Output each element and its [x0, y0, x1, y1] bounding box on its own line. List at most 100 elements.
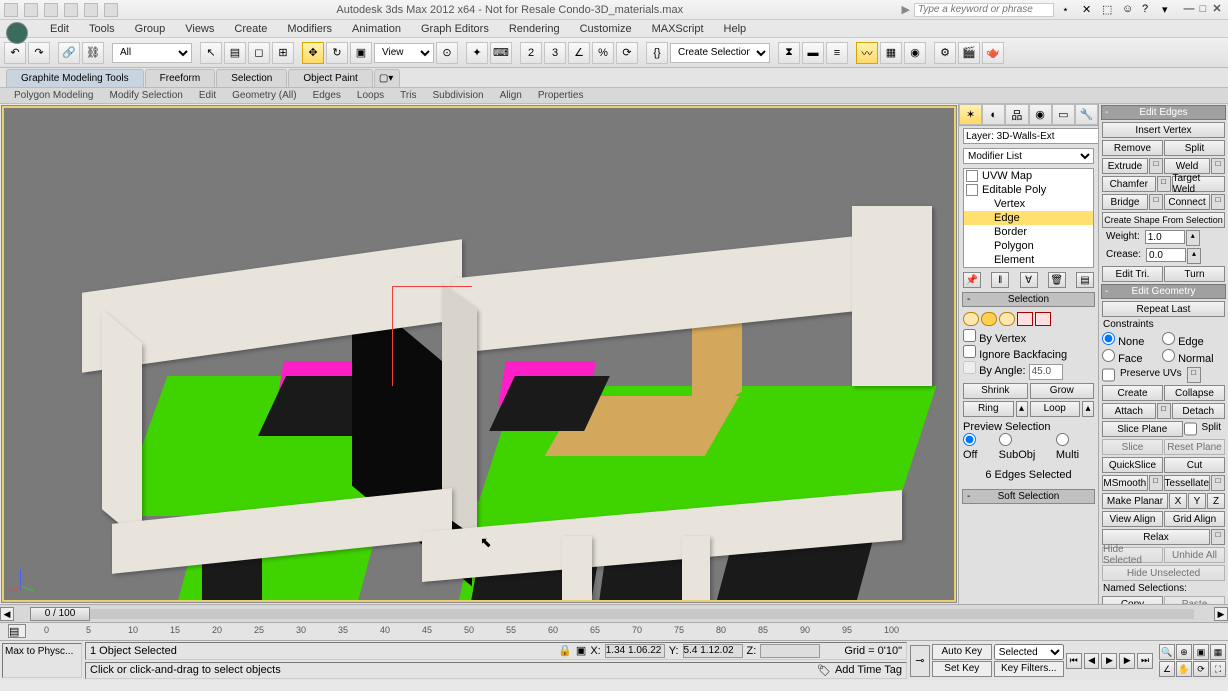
msmooth-button[interactable]: MSmooth — [1102, 475, 1148, 491]
search-play-icon[interactable]: ▶ — [902, 3, 910, 16]
relax-settings-button[interactable]: □ — [1211, 529, 1225, 545]
minimize-button[interactable]: — — [1182, 3, 1196, 17]
constraint-face-radio[interactable]: Face — [1102, 349, 1161, 365]
planar-z-button[interactable]: Z — [1207, 493, 1225, 509]
tab-selection[interactable]: Selection — [216, 69, 287, 87]
edit-named-sel-button[interactable]: {} — [646, 42, 668, 64]
material-editor-button[interactable]: ◉ — [904, 42, 926, 64]
orbit-button[interactable]: ⟳ — [1193, 661, 1209, 677]
menu-maxscript[interactable]: MAXScript — [642, 21, 714, 37]
prev-frame-button[interactable]: ◀ — [1084, 653, 1100, 669]
eye-icon[interactable] — [966, 170, 978, 182]
keyboard-shortcut-button[interactable]: ⌨ — [490, 42, 512, 64]
key-filters-button[interactable]: Key Filters... — [994, 661, 1064, 677]
turn-button[interactable]: Turn — [1164, 266, 1225, 282]
pan-button[interactable]: ✋ — [1176, 661, 1192, 677]
planar-y-button[interactable]: Y — [1188, 493, 1206, 509]
shrink-button[interactable]: Shrink — [963, 383, 1028, 399]
menu-rendering[interactable]: Rendering — [499, 21, 570, 37]
hierarchy-tab-icon[interactable]: 品 — [1005, 104, 1028, 125]
utilities-tab-icon[interactable]: 🔧 — [1075, 104, 1098, 125]
selection-filter-select[interactable]: All — [112, 43, 192, 63]
attach-button[interactable]: Attach — [1102, 403, 1156, 419]
select-move-button[interactable]: ✥ — [302, 42, 324, 64]
modifier-stack[interactable]: UVW Map Editable Poly Vertex Edge Border… — [963, 168, 1094, 268]
constraint-edge-radio[interactable]: Edge — [1162, 332, 1221, 348]
bridge-settings-button[interactable]: □ — [1149, 194, 1163, 210]
redo-icon[interactable] — [84, 3, 98, 17]
bridge-button[interactable]: Bridge — [1102, 194, 1148, 210]
panel-align[interactable]: Align — [492, 89, 530, 102]
detach-button[interactable]: Detach — [1172, 403, 1226, 419]
ribbon-expand-icon[interactable]: ▢▾ — [374, 69, 400, 87]
stack-border[interactable]: Border — [964, 225, 1093, 239]
connect-settings-button[interactable]: □ — [1211, 194, 1225, 210]
zoom-all-button[interactable]: ⊕ — [1176, 644, 1192, 660]
stack-polygon[interactable]: Polygon — [964, 239, 1093, 253]
move-gizmo-icon[interactable] — [392, 286, 472, 386]
undo-icon[interactable] — [64, 3, 78, 17]
set-key-big-button[interactable]: ⊸ — [910, 645, 930, 677]
tab-freeform[interactable]: Freeform — [145, 69, 216, 87]
repeat-last-button[interactable]: Repeat Last — [1102, 301, 1225, 317]
link-button[interactable]: 🔗 — [58, 42, 80, 64]
menu-customize[interactable]: Customize — [570, 21, 642, 37]
select-object-button[interactable]: ↖ — [200, 42, 222, 64]
menu-animation[interactable]: Animation — [342, 21, 411, 37]
window-crossing-button[interactable]: ⊞ — [272, 42, 294, 64]
view-align-button[interactable]: View Align — [1102, 511, 1163, 527]
mirror-button[interactable]: ⧗ — [778, 42, 800, 64]
crease-input[interactable] — [1146, 248, 1186, 262]
menu-help[interactable]: Help — [714, 21, 757, 37]
stack-edge[interactable]: Edge — [964, 211, 1093, 225]
named-selection-select[interactable]: Create Selection Se — [670, 43, 770, 63]
communication-icon[interactable]: ☺ — [1122, 3, 1136, 17]
relax-button[interactable]: Relax — [1102, 529, 1210, 545]
configure-sets-button[interactable]: ▤ — [1076, 272, 1094, 288]
make-unique-button[interactable]: ∀ — [1020, 272, 1038, 288]
time-slider-next-icon[interactable]: ▶ — [1214, 607, 1228, 621]
stack-uvw-map[interactable]: UVW Map — [964, 169, 1093, 183]
menu-views[interactable]: Views — [175, 21, 224, 37]
stack-editable-poly[interactable]: Editable Poly — [964, 183, 1093, 197]
element-subobj-icon[interactable] — [1035, 312, 1051, 326]
target-weld-button[interactable]: Target Weld — [1172, 176, 1226, 192]
undo-button[interactable]: ↶ — [4, 42, 26, 64]
panel-modify-selection[interactable]: Modify Selection — [102, 89, 191, 102]
preserve-uvs-checkbox[interactable] — [1102, 367, 1115, 383]
isolate-icon[interactable]: ▣ — [576, 644, 586, 657]
render-setup-button[interactable]: ⚙ — [934, 42, 956, 64]
preview-off-radio[interactable]: Off — [963, 433, 993, 461]
by-vertex-checkbox[interactable] — [963, 329, 976, 342]
make-planar-button[interactable]: Make Planar — [1102, 493, 1168, 509]
coord-y-input[interactable] — [683, 644, 743, 658]
panel-polygon-modeling[interactable]: Polygon Modeling — [6, 89, 102, 102]
minus-icon[interactable] — [966, 184, 978, 196]
tessellate-settings-button[interactable]: □ — [1211, 475, 1225, 491]
pin-stack-button[interactable]: 📌 — [963, 272, 981, 288]
loop-spinner[interactable]: ▴ — [1082, 401, 1094, 417]
insert-vertex-button[interactable]: Insert Vertex — [1102, 122, 1225, 138]
weld-button[interactable]: Weld — [1164, 158, 1210, 174]
favorites-star-icon[interactable]: ⋆ — [1062, 3, 1076, 17]
stack-vertex[interactable]: Vertex — [964, 197, 1093, 211]
collapse-button[interactable]: Collapse — [1164, 385, 1225, 401]
soft-selection-rollout-header[interactable]: Soft Selection — [962, 489, 1095, 504]
weld-settings-button[interactable]: □ — [1211, 158, 1225, 174]
unlink-button[interactable]: ⛓ — [82, 42, 104, 64]
preview-multi-radio[interactable]: Multi — [1056, 433, 1094, 461]
display-tab-icon[interactable]: ▭ — [1052, 104, 1075, 125]
align-button[interactable]: ▬ — [802, 42, 824, 64]
coord-z-input[interactable] — [760, 644, 820, 658]
stack-element[interactable]: Element — [964, 253, 1093, 267]
cut-button[interactable]: Cut — [1164, 457, 1225, 473]
subscription-icon[interactable]: ⬚ — [1102, 3, 1116, 17]
split-button[interactable]: Split — [1164, 140, 1225, 156]
time-tag-icon[interactable]: 🏷 — [817, 664, 831, 677]
weight-input[interactable] — [1145, 230, 1185, 244]
select-scale-button[interactable]: ▣ — [350, 42, 372, 64]
play-button[interactable]: ▶ — [1101, 653, 1117, 669]
tab-object-paint[interactable]: Object Paint — [288, 69, 372, 87]
key-filters-target-select[interactable]: Selected — [994, 644, 1064, 660]
crease-spinner[interactable]: ▴ — [1187, 248, 1201, 264]
